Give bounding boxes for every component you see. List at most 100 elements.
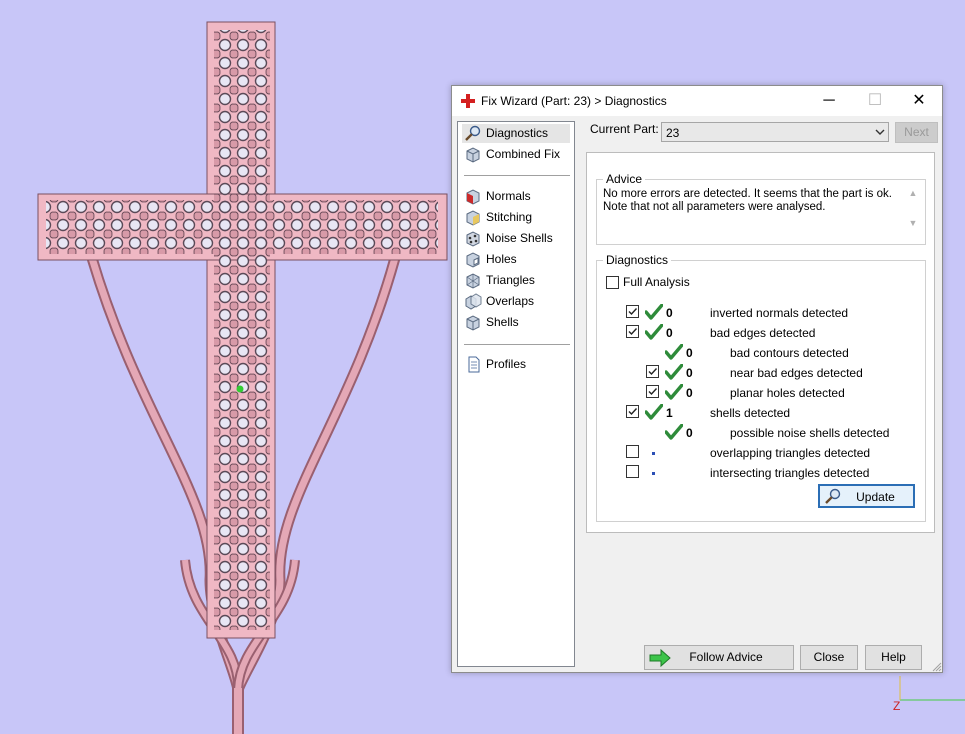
green-check-icon bbox=[664, 343, 684, 360]
overlaps-icon bbox=[465, 293, 482, 310]
nav-item-overlaps[interactable]: Overlaps bbox=[462, 292, 570, 311]
nav-label: Holes bbox=[486, 252, 517, 266]
diagnostic-label: inverted normals detected bbox=[710, 306, 849, 320]
nav-item-normals[interactable]: Normals bbox=[462, 187, 570, 206]
diagnostics-panel: Advice No more errors are detected. It s… bbox=[586, 152, 935, 533]
green-check-icon bbox=[664, 383, 684, 400]
green-check-icon bbox=[644, 403, 664, 420]
current-part-value: 23 bbox=[666, 126, 680, 140]
diagnostic-label: shells detected bbox=[710, 406, 791, 420]
diagnostic-count: 0 bbox=[666, 306, 673, 320]
diagnostic-checkbox[interactable] bbox=[646, 365, 659, 378]
diagnostic-row: 0 possible noise shells detected bbox=[597, 423, 925, 443]
diagnostic-label: near bad edges detected bbox=[730, 366, 863, 380]
triangles-icon bbox=[466, 273, 480, 289]
selection-marker bbox=[236, 385, 244, 393]
nav-item-noise-shells[interactable]: Noise Shells bbox=[462, 229, 570, 248]
advice-line-1: No more errors are detected. It seems th… bbox=[603, 188, 892, 200]
nav-separator bbox=[464, 344, 570, 345]
full-analysis-label: Full Analysis bbox=[623, 275, 690, 289]
z-axis-label: Z bbox=[893, 699, 900, 713]
checkmark-icon bbox=[628, 328, 638, 336]
diagnostic-row: 0 inverted normals detected bbox=[597, 303, 925, 323]
normals-cube-icon bbox=[466, 189, 480, 205]
help-button[interactable]: Help bbox=[865, 645, 922, 670]
nav-label: Stitching bbox=[486, 210, 533, 224]
diagnostic-row: 1 shells detected bbox=[597, 403, 925, 423]
nav-item-shells[interactable]: Shells bbox=[462, 313, 570, 332]
diagnostic-row: intersecting triangles detected bbox=[597, 463, 925, 483]
diagnostic-row: 0 near bad edges detected bbox=[597, 363, 925, 383]
nav-item-holes[interactable]: Holes bbox=[462, 250, 570, 269]
green-check-icon bbox=[664, 423, 684, 440]
follow-advice-button[interactable]: Follow Advice bbox=[644, 645, 794, 670]
nav-item-stitching[interactable]: Stitching bbox=[462, 208, 570, 227]
fix-wizard-window: Fix Wizard (Part: 23) > Diagnostics ─ ☐ … bbox=[451, 85, 943, 673]
close-button[interactable]: Close bbox=[800, 645, 858, 670]
nav-label: Noise Shells bbox=[486, 231, 553, 245]
pending-dot-icon bbox=[652, 452, 655, 455]
nav-separator bbox=[464, 175, 570, 176]
shells-icon bbox=[466, 315, 480, 331]
pending-dot-icon bbox=[652, 472, 655, 475]
maximize-button[interactable]: ☐ bbox=[852, 86, 898, 116]
diagnostic-row: 0 bad contours detected bbox=[597, 343, 925, 363]
noise-shells-icon bbox=[466, 231, 480, 247]
nav-label: Triangles bbox=[486, 273, 535, 287]
follow-advice-label: Follow Advice bbox=[689, 650, 763, 664]
green-check-icon bbox=[644, 323, 664, 340]
diagnostic-checkbox[interactable] bbox=[626, 445, 639, 458]
advice-scrollbar[interactable]: ▲ ▼ bbox=[906, 188, 920, 236]
checkmark-icon bbox=[648, 368, 658, 376]
update-label: Update bbox=[856, 490, 895, 504]
scroll-up-icon[interactable]: ▲ bbox=[906, 188, 920, 198]
close-window-button[interactable]: ✕ bbox=[896, 86, 942, 116]
diagnostic-label: possible noise shells detected bbox=[730, 426, 890, 440]
diagnostic-label: planar holes detected bbox=[730, 386, 845, 400]
red-cross-app-icon bbox=[461, 94, 475, 108]
cube-icon bbox=[466, 147, 480, 163]
diagnostic-row: 0 bad edges detected bbox=[597, 323, 925, 343]
diagnostic-checkbox[interactable] bbox=[626, 325, 639, 338]
diagnostic-checkbox[interactable] bbox=[626, 305, 639, 318]
holes-cube-icon bbox=[466, 252, 480, 268]
minimize-button[interactable]: ─ bbox=[806, 86, 852, 116]
diagnostic-label: bad contours detected bbox=[730, 346, 849, 360]
full-analysis-checkbox[interactable] bbox=[606, 276, 619, 289]
nav-label: Overlaps bbox=[486, 294, 535, 308]
nav-label: Normals bbox=[486, 189, 531, 203]
diagnostic-checkbox[interactable] bbox=[626, 465, 639, 478]
profiles-document-icon bbox=[468, 356, 480, 373]
nav-item-profiles[interactable]: Profiles bbox=[462, 355, 570, 374]
magnifier-icon bbox=[465, 125, 481, 141]
diagnostic-checkbox[interactable] bbox=[626, 405, 639, 418]
green-arrow-icon bbox=[649, 649, 671, 667]
nav-item-triangles[interactable]: Triangles bbox=[462, 271, 570, 290]
next-button[interactable]: Next bbox=[895, 122, 938, 143]
diagnostic-count: 0 bbox=[686, 366, 693, 380]
diagnostics-title: Diagnostics bbox=[603, 253, 672, 267]
cross-model[interactable] bbox=[37, 21, 448, 639]
resize-grip-icon[interactable] bbox=[932, 662, 942, 672]
axis-indicator: Z bbox=[893, 676, 965, 713]
nav-item-combined-fix[interactable]: Combined Fix bbox=[462, 145, 570, 164]
nav-item-diagnostics[interactable]: Diagnostics bbox=[462, 124, 570, 143]
diagnostic-count: 0 bbox=[686, 346, 693, 360]
chevron-down-icon bbox=[875, 129, 885, 135]
current-part-label: Current Part: bbox=[590, 122, 659, 136]
diagnostic-count: 0 bbox=[686, 386, 693, 400]
nav-label: Profiles bbox=[486, 357, 527, 371]
current-part-select[interactable]: 23 bbox=[661, 122, 889, 142]
diagnostic-row: overlapping triangles detected bbox=[597, 443, 925, 463]
diagnostic-label: bad edges detected bbox=[710, 326, 816, 340]
green-check-icon bbox=[664, 363, 684, 380]
title-bar[interactable]: Fix Wizard (Part: 23) > Diagnostics ─ ☐ … bbox=[452, 86, 942, 116]
nav-label: Shells bbox=[486, 315, 519, 329]
update-button[interactable]: Update bbox=[818, 484, 915, 508]
diagnostic-checkbox[interactable] bbox=[646, 385, 659, 398]
magnifier-icon bbox=[825, 488, 841, 504]
nav-label: Combined Fix bbox=[486, 147, 561, 161]
advice-group: Advice No more errors are detected. It s… bbox=[596, 172, 926, 245]
scroll-down-icon[interactable]: ▼ bbox=[906, 218, 920, 228]
advice-title: Advice bbox=[603, 172, 646, 186]
